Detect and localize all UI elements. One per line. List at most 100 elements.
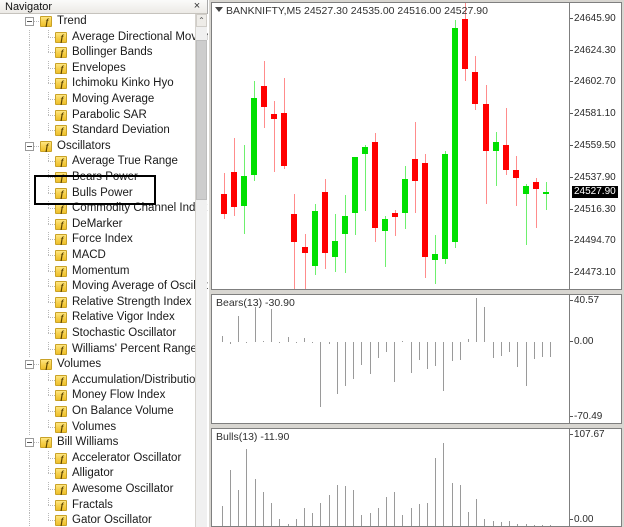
tree-guide (48, 248, 49, 256)
bulls-power-pane[interactable]: Bulls(13) -11.90 107.67 0.00 (211, 428, 622, 527)
tree-item-moving-average-of-oscillato[interactable]: f Moving Average of Oscillato (0, 279, 208, 295)
close-icon[interactable]: × (191, 0, 203, 13)
tree-guide (29, 279, 30, 295)
histogram-bar (386, 341, 387, 353)
function-icon: f (55, 515, 67, 527)
tree-item-momentum[interactable]: f Momentum (0, 263, 196, 280)
tree-guide (48, 232, 49, 241)
tree-item-average-directional-movem[interactable]: f Average Directional Movem (0, 29, 208, 46)
scrollbar-thumb[interactable] (196, 40, 207, 200)
candle-wick (516, 155, 517, 206)
tree-item-ichimoku-kinko-hyo[interactable]: f Ichimoku Kinko Hyo (0, 76, 196, 92)
tree-group-trend[interactable]: f Trend (0, 14, 196, 30)
tree-connector (48, 520, 55, 522)
tree-item-macd[interactable]: f MACD (0, 248, 196, 264)
tree-guide (29, 123, 30, 139)
tree-item-stochastic-oscillator[interactable]: f Stochastic Oscillator (0, 326, 196, 342)
bulls-axis[interactable]: 107.67 0.00 (569, 429, 621, 526)
candle-body (280, 112, 288, 166)
candle-wick (546, 182, 547, 210)
tree-item-demarker[interactable]: f DeMarker (0, 216, 196, 233)
tree-item-on-balance-volume[interactable]: f On Balance Volume (0, 404, 196, 420)
navigator-scrollbar[interactable]: ⌃ (195, 14, 207, 527)
tree-item-moving-average[interactable]: f Moving Average (0, 92, 196, 108)
tree-item-bears-power[interactable]: f Bears Power (0, 170, 196, 186)
function-icon: f (55, 452, 67, 464)
navigator-title: Navigator (5, 1, 53, 13)
tree-item-relative-strength-index[interactable]: f Relative Strength Index (0, 294, 196, 311)
histogram-bar (526, 341, 527, 386)
tree-item-gator-oscillator[interactable]: f Gator Oscillator (0, 513, 196, 527)
bears-histogram-plot[interactable] (212, 295, 569, 423)
scroll-up-icon[interactable]: ⌃ (196, 14, 207, 27)
histogram-bar (460, 484, 461, 526)
function-icon: f (55, 156, 67, 168)
collapse-icon[interactable] (25, 360, 34, 370)
collapse-icon[interactable] (25, 17, 34, 26)
tree-item-envelopes[interactable]: f Envelopes (0, 60, 196, 77)
histogram-bar (246, 448, 247, 526)
tree-connector (48, 83, 55, 85)
histogram-bar (526, 524, 527, 526)
candlestick-plot[interactable] (212, 3, 569, 289)
candle-body (230, 171, 238, 208)
tree-item-accumulation-distribution[interactable]: f Accumulation/Distribution (0, 372, 202, 389)
tree-guide (29, 450, 30, 467)
tree-item-fractals[interactable]: f Fractals (0, 497, 196, 514)
tree-item-relative-vigor-index[interactable]: f Relative Vigor Index (0, 310, 196, 326)
bears-axis[interactable]: 40.57 0.00 -70.49 (569, 295, 621, 423)
price-axis[interactable]: 24645.90 24624.30 24602.70 24581.10 24559.50… (569, 3, 621, 289)
histogram-bar (452, 341, 453, 362)
histogram-bar (501, 522, 502, 526)
histogram-bar (443, 341, 444, 392)
tree-guide (48, 107, 49, 116)
price-chart-pane[interactable]: BANKNIFTY,M5 24527.30 24535.00 24516.00 … (211, 2, 622, 290)
bears-power-pane[interactable]: Bears(13) -30.90 40.57 0.00 -70.49 (211, 294, 622, 424)
tree-group-bill-williams[interactable]: f Bill Williams (0, 435, 196, 451)
tree-item-label: Fractals (72, 498, 113, 511)
tree-group-oscillators[interactable]: f Oscillators (0, 139, 196, 155)
current-price-label: 24527.90 (572, 186, 618, 199)
tree-item-parabolic-sar[interactable]: f Parabolic SAR (0, 107, 196, 124)
collapse-icon[interactable] (25, 141, 34, 151)
bulls-histogram-plot[interactable] (212, 429, 569, 526)
tree-item-volumes[interactable]: f Volumes (0, 419, 196, 436)
tree-guide (48, 29, 49, 38)
candle-body (220, 193, 228, 215)
tree-item-bollinger-bands[interactable]: f Bollinger Bands (0, 45, 196, 61)
tree-item-awesome-oscillator[interactable]: f Awesome Oscillator (0, 482, 196, 498)
histogram-bar (370, 341, 371, 375)
tree-guide (29, 404, 30, 420)
tree-item-williams-percent-range[interactable]: f Williams' Percent Range (0, 341, 197, 358)
collapse-icon[interactable] (25, 438, 34, 448)
tree-connector (48, 286, 55, 288)
histogram-bar (255, 307, 256, 342)
tree-group-volumes[interactable]: f Volumes (0, 357, 196, 373)
histogram-bar (288, 337, 289, 342)
tree-item-average-true-range[interactable]: f Average True Range (0, 154, 196, 170)
mt4-window: Navigator × f Trend f Average Directional M… (0, 0, 624, 527)
candle-body (331, 240, 339, 258)
histogram-bar (345, 486, 346, 526)
function-icon: f (55, 47, 67, 59)
tree-item-accelerator-oscillator[interactable]: f Accelerator Oscillator (0, 450, 196, 467)
histogram-bar (484, 307, 485, 342)
tree-item-standard-deviation[interactable]: f Standard Deviation (0, 123, 196, 139)
tree-item-bulls-power[interactable]: f Bulls Power (0, 185, 196, 202)
histogram-bar (222, 335, 223, 342)
tree-connector (48, 36, 55, 38)
tree-item-money-flow-index[interactable]: f Money Flow Index (0, 388, 196, 404)
histogram-bar (320, 341, 321, 408)
tree-guide (29, 60, 30, 77)
tree-item-alligator[interactable]: f Alligator (0, 466, 196, 482)
indicator-tick: 107.67 (570, 429, 605, 440)
function-icon: f (55, 468, 67, 480)
histogram-bar (238, 489, 239, 526)
indicator-tick: 0.00 (569, 335, 594, 347)
chart-header-label: BANKNIFTY,M5 24527.30 24535.00 24516.00 … (226, 5, 488, 17)
tree-item-commodity-channel-index[interactable]: f Commodity Channel Index (0, 201, 208, 217)
tree-item-force-index[interactable]: f Force Index (0, 232, 196, 248)
histogram-bar (296, 518, 297, 526)
tree-guide (48, 92, 49, 100)
chevron-down-icon[interactable] (215, 7, 223, 12)
